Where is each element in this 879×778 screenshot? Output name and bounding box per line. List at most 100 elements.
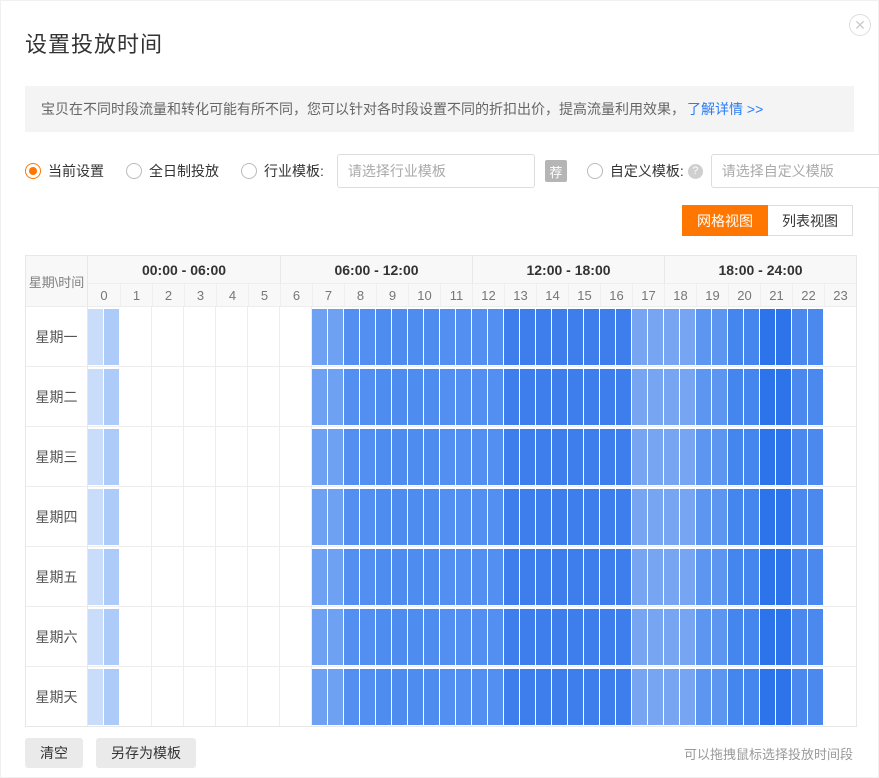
time-cell[interactable] [152,427,168,486]
time-cell[interactable] [408,369,424,425]
time-cell[interactable] [264,427,280,486]
time-cell[interactable] [536,309,552,365]
time-cell[interactable] [776,549,792,605]
time-cell[interactable] [312,429,328,485]
hour-header-cell[interactable]: 10 [408,284,440,306]
time-cell[interactable] [184,547,200,606]
time-cell[interactable] [296,307,312,366]
time-cell[interactable] [568,549,584,605]
time-cell[interactable] [120,487,136,546]
time-cell[interactable] [760,369,776,425]
time-cell[interactable] [408,669,424,725]
time-cell[interactable] [264,667,280,726]
time-cell[interactable] [184,607,200,666]
time-cell[interactable] [344,669,360,725]
time-cell[interactable] [680,489,696,545]
time-cell[interactable] [408,309,424,365]
day-label[interactable]: 星期天 [26,667,88,726]
hour-header-cell[interactable]: 4 [216,284,248,306]
time-cell[interactable] [344,309,360,365]
time-cell[interactable] [200,307,216,366]
hour-header-cell[interactable]: 17 [632,284,664,306]
time-cell[interactable] [328,429,344,485]
radio-current-setting[interactable]: 当前设置 [25,161,104,181]
time-cell[interactable] [360,309,376,365]
hour-header-cell[interactable]: 1 [120,284,152,306]
time-cell[interactable] [712,369,728,425]
time-cell[interactable] [680,669,696,725]
time-cell[interactable] [808,369,824,425]
custom-template-input[interactable] [711,154,879,188]
time-cell[interactable] [504,369,520,425]
time-cell[interactable] [120,547,136,606]
time-cell[interactable] [392,429,408,485]
time-cell[interactable] [696,609,712,665]
time-cell[interactable] [408,609,424,665]
time-cell[interactable] [264,307,280,366]
time-cell[interactable] [792,429,808,485]
time-cell[interactable] [296,487,312,546]
time-cell[interactable] [680,429,696,485]
time-cell[interactable] [456,489,472,545]
time-cell[interactable] [248,427,264,486]
hour-header-cell[interactable]: 5 [248,284,280,306]
time-cell[interactable] [472,369,488,425]
hour-header-cell[interactable]: 9 [376,284,408,306]
time-cell[interactable] [456,549,472,605]
clear-button[interactable]: 清空 [25,738,83,768]
time-cell[interactable] [776,489,792,545]
time-cell[interactable] [104,609,120,665]
time-cell[interactable] [696,549,712,605]
hour-header-cell[interactable]: 3 [184,284,216,306]
time-cell[interactable] [504,549,520,605]
time-cell[interactable] [136,487,152,546]
time-cell[interactable] [264,607,280,666]
time-cell[interactable] [696,369,712,425]
time-cell[interactable] [88,489,104,545]
time-cell[interactable] [664,609,680,665]
time-cell[interactable] [296,667,312,726]
time-cell[interactable] [648,429,664,485]
time-cell[interactable] [344,609,360,665]
time-cell[interactable] [360,669,376,725]
time-cell[interactable] [168,307,184,366]
hour-header-cell[interactable]: 12 [472,284,504,306]
time-cell[interactable] [728,369,744,425]
time-cell[interactable] [168,667,184,726]
time-cell[interactable] [648,369,664,425]
time-cell[interactable] [712,309,728,365]
time-cell[interactable] [520,309,536,365]
time-cell[interactable] [200,427,216,486]
time-cell[interactable] [616,429,632,485]
time-cell[interactable] [216,367,232,426]
time-cell[interactable] [248,667,264,726]
time-cell[interactable] [712,429,728,485]
time-cell[interactable] [200,367,216,426]
time-cell[interactable] [520,669,536,725]
time-cell[interactable] [344,549,360,605]
time-cell[interactable] [104,549,120,605]
time-cell[interactable] [680,549,696,605]
time-cell[interactable] [216,307,232,366]
time-cell[interactable] [472,309,488,365]
time-cell[interactable] [520,609,536,665]
time-cell[interactable] [280,307,296,366]
time-cell[interactable] [472,609,488,665]
time-cell[interactable] [712,549,728,605]
time-cell[interactable] [696,489,712,545]
time-cell[interactable] [168,607,184,666]
time-cell[interactable] [664,369,680,425]
time-cell[interactable] [216,547,232,606]
time-cell[interactable] [664,669,680,725]
industry-template-input[interactable] [337,154,535,188]
time-cell[interactable] [408,489,424,545]
time-cell[interactable] [792,669,808,725]
time-cell[interactable] [536,429,552,485]
time-cell[interactable] [632,369,648,425]
close-icon[interactable]: ✕ [849,14,871,36]
time-cell[interactable] [344,429,360,485]
time-cell[interactable] [584,669,600,725]
time-cell[interactable] [776,369,792,425]
time-cell[interactable] [792,609,808,665]
time-cell[interactable] [568,309,584,365]
